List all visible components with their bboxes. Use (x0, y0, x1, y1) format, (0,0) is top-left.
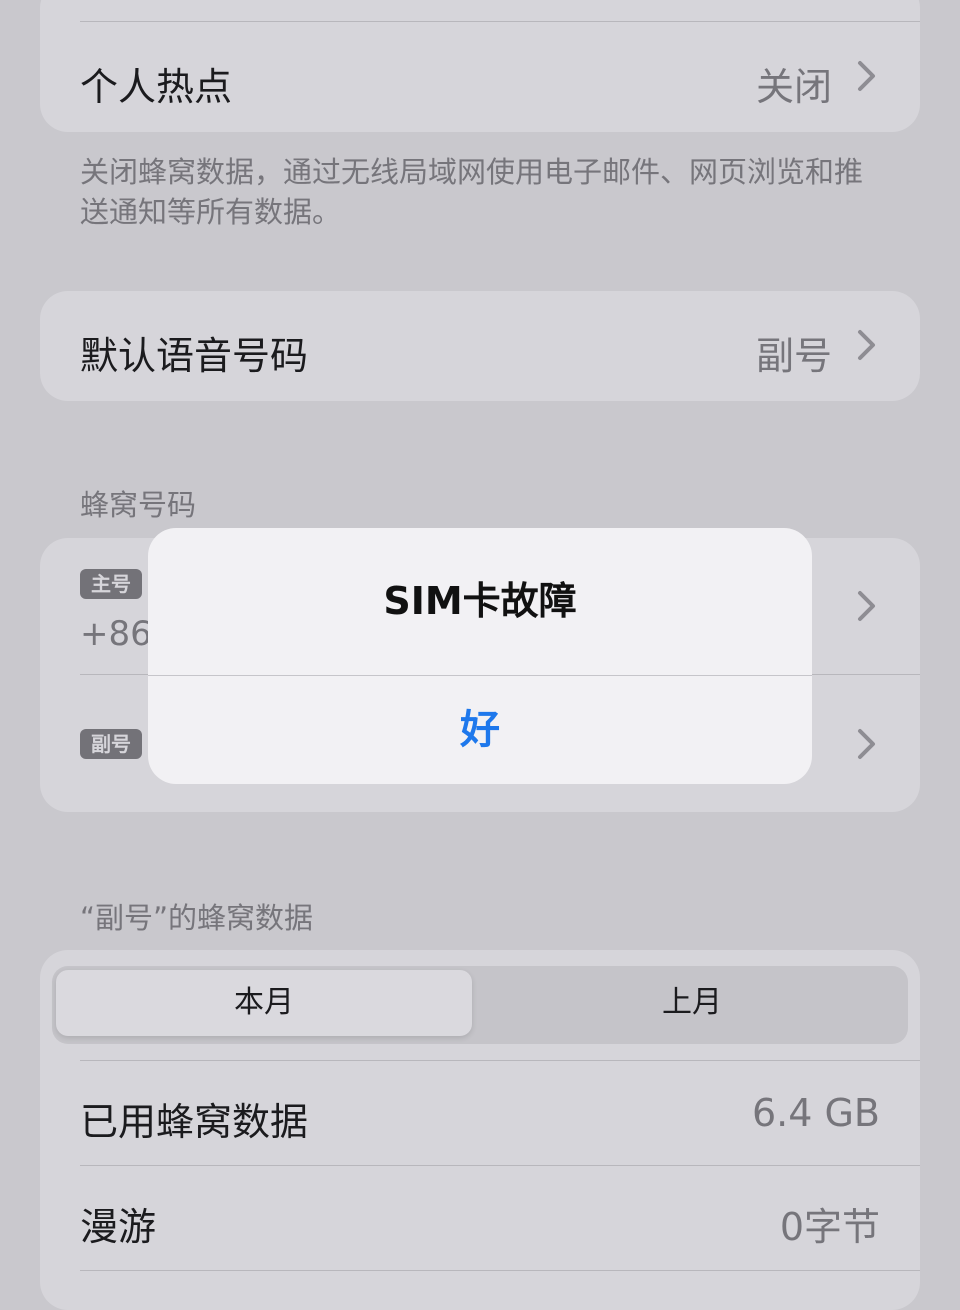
cellular-off-footer: 关闭蜂窝数据，通过无线局域网使用电子邮件、网页浏览和推送通知等所有数据。 (80, 155, 864, 229)
hotspot-label: 个人热点 (80, 65, 233, 109)
default-voice-value: 副号 (755, 334, 832, 378)
cellular-numbers-header: 蜂窝号码 (80, 488, 197, 522)
hotspot-group: 个人热点 关闭 (40, 0, 920, 132)
secondary-data-header: “副号”的蜂窝数据 (80, 901, 314, 935)
settings-screen: { "hotspot": { "label": "个人热点", "value":… (0, 0, 960, 1310)
primary-badge: 主号 (80, 569, 142, 599)
roaming-value: 0字节 (779, 1205, 880, 1249)
secondary-data-group: 本月 上月 已用蜂窝数据 6.4 GB 漫游 0字节 (40, 950, 920, 1310)
chevron-right-icon (848, 726, 884, 762)
used-data-row: 已用蜂窝数据 6.4 GB (40, 1061, 920, 1165)
hotspot-value: 关闭 (755, 65, 832, 109)
primary-number: +86 (80, 614, 152, 654)
chevron-right-icon (848, 588, 884, 624)
default-voice-label: 默认语音号码 (80, 334, 309, 378)
alert-title: SIM卡故障 (383, 579, 577, 623)
segment-this-month[interactable]: 本月 (56, 970, 472, 1036)
roaming-label: 漫游 (80, 1205, 157, 1249)
chevron-right-icon (848, 327, 884, 363)
sim-failure-alert: SIM卡故障 好 (148, 528, 812, 784)
used-data-value: 6.4 GB (751, 1091, 880, 1135)
used-data-label: 已用蜂窝数据 (80, 1100, 309, 1144)
hotspot-row[interactable]: 个人热点 关闭 (40, 22, 920, 132)
alert-ok-button[interactable]: 好 (148, 676, 812, 784)
roaming-row: 漫游 0字节 (40, 1166, 920, 1270)
data-separator-3 (80, 1270, 920, 1271)
month-segmented-control: 本月 上月 (52, 966, 908, 1044)
secondary-badge: 副号 (80, 729, 142, 759)
default-voice-row[interactable]: 默认语音号码 副号 (40, 291, 920, 401)
chevron-right-icon (848, 58, 884, 94)
segment-last-month[interactable]: 上月 (480, 970, 904, 1036)
